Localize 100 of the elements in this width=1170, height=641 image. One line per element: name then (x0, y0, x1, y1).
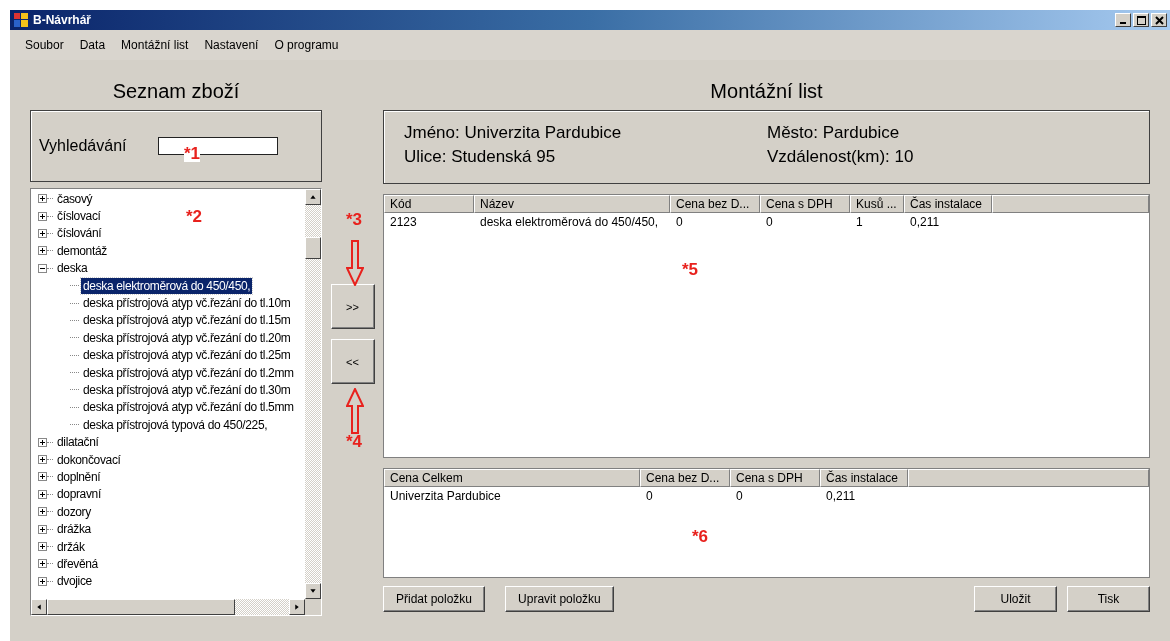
scroll-right-button[interactable] (289, 599, 305, 615)
annotation-mark: *3 (346, 210, 363, 230)
expand-icon[interactable] (38, 472, 47, 482)
annotation-mark: *2 (186, 207, 203, 227)
column-header[interactable]: Cena bez D... (670, 195, 760, 213)
search-label: Vyhledávání (39, 137, 127, 155)
tree-item[interactable]: deska přístrojová atyp vč.řezání do tl.10m (81, 295, 293, 312)
scrollbar-corner (305, 599, 321, 615)
table-cell-text: 0 (645, 489, 654, 503)
minimize-button[interactable] (1115, 13, 1131, 27)
customer-detail: Město: Pardubice (767, 123, 901, 144)
scroll-thumb[interactable] (305, 237, 321, 259)
tree-item[interactable]: deska přístrojová atyp vč.řezání do tl.25m (81, 347, 293, 364)
close-button[interactable] (1151, 13, 1167, 27)
tree-item[interactable]: dopravní (55, 486, 103, 503)
expand-icon[interactable] (38, 489, 47, 499)
expand-icon[interactable] (38, 194, 47, 204)
scroll-left-button[interactable] (31, 599, 47, 615)
menu-item[interactable]: Data (71, 38, 114, 52)
window-title: B-Návrhář (33, 13, 93, 27)
maximize-icon (1136, 15, 1146, 25)
action-button[interactable]: Tisk (1067, 586, 1150, 612)
panel-heading: Montážní list (709, 79, 824, 104)
tree-item[interactable]: doplnění (55, 468, 103, 485)
table-cell-text: 2123 (389, 215, 418, 229)
collapse-icon[interactable] (38, 263, 47, 273)
annotation-mark: *1 (184, 145, 201, 162)
customer-detail: Ulice: Studenská 95 (404, 147, 557, 168)
tree-item[interactable]: deska (55, 260, 90, 277)
tree-item[interactable]: deska přístrojová atyp vč.řezání do tl.30m (81, 382, 293, 398)
up-arrow-icon (346, 388, 364, 434)
menu-item[interactable]: Nastavení (196, 38, 267, 52)
customer-detail: Jméno: Univerzita Pardubice (404, 123, 623, 144)
tree-item[interactable]: deska přístrojová atyp vč.řezání do tl.15m (81, 312, 293, 329)
vertical-scrollbar[interactable] (305, 189, 321, 599)
menu-item[interactable]: O programu (266, 38, 347, 52)
table-cell-text: 0,211 (909, 215, 941, 229)
move-button[interactable]: << (330, 339, 375, 384)
panel-heading: Seznam zboží (111, 79, 241, 104)
menu-item[interactable]: Soubor (17, 38, 72, 52)
tree-item[interactable]: deska přístrojová atyp vč.řezání do tl.2mm (81, 364, 296, 381)
table-cell-text: 0 (765, 215, 774, 229)
table-cell-text: deska elektroměrová do 450/450, (479, 215, 660, 229)
expand-icon[interactable] (38, 524, 47, 534)
tree-item[interactable]: držák (55, 538, 87, 555)
expand-icon[interactable] (38, 437, 47, 447)
tree-item[interactable]: dřevěná (55, 555, 100, 572)
customer-detail: Vzdálenost(km): 10 (767, 147, 915, 168)
column-header[interactable]: Cena bez D... (640, 469, 730, 487)
column-header[interactable]: Kusů ... (850, 195, 904, 213)
horizontal-scrollbar[interactable] (31, 599, 305, 615)
tree-item[interactable]: číslování (55, 225, 104, 242)
tree-item[interactable]: časový (55, 190, 95, 207)
tree-item[interactable]: deska přístrojová typová do 450/225, (81, 416, 270, 433)
tree-item[interactable]: drážka (55, 521, 93, 538)
tree-item[interactable]: deska přístrojová atyp vč.řezání do tl.5mm (81, 399, 296, 416)
minimize-icon (1120, 21, 1126, 24)
app-icon (13, 12, 29, 28)
tree-item[interactable]: dokončovací (55, 451, 123, 468)
column-header[interactable]: Kód (384, 195, 474, 213)
column-header[interactable]: Čas instalace (820, 469, 908, 487)
column-header[interactable]: Cena s DPH (730, 469, 820, 487)
column-header[interactable]: Cena s DPH (760, 195, 850, 213)
annotation-mark: *4 (346, 432, 363, 452)
annotation-mark: *6 (692, 527, 709, 547)
tree-item[interactable]: deska elektroměrová do 450/450, (81, 277, 253, 294)
close-icon (1154, 15, 1164, 25)
expand-icon[interactable] (38, 542, 47, 551)
table-cell-text: 0 (675, 215, 684, 229)
expand-icon[interactable] (38, 228, 47, 238)
table-cell-text: 0,211 (825, 489, 857, 503)
expand-icon[interactable] (38, 246, 47, 256)
menu-item[interactable]: Montážní list (113, 38, 197, 52)
scroll-thumb[interactable] (47, 599, 235, 615)
expand-icon[interactable] (38, 211, 47, 221)
scroll-down-button[interactable] (305, 583, 321, 599)
maximize-button[interactable] (1133, 13, 1149, 27)
action-button[interactable]: Přidat položku (383, 586, 486, 612)
action-button[interactable]: Uložit (974, 586, 1057, 612)
tree-item[interactable]: dozory (55, 503, 93, 520)
scroll-up-button[interactable] (305, 189, 321, 205)
column-header[interactable]: Název (474, 195, 670, 213)
tree-item[interactable]: demontáž (55, 242, 109, 259)
table-cell-text: 1 (855, 215, 864, 229)
column-header[interactable]: Cena Celkem (384, 469, 640, 487)
annotation-mark: *5 (682, 260, 699, 280)
tree-item[interactable]: dilatační (55, 434, 101, 451)
down-arrow-icon (346, 240, 364, 286)
move-button[interactable]: >> (330, 284, 375, 329)
expand-icon[interactable] (38, 559, 47, 569)
expand-icon[interactable] (38, 455, 47, 465)
tree-item[interactable]: číslovací (55, 208, 103, 225)
expand-icon[interactable] (38, 507, 47, 517)
column-header[interactable]: Čas instalace (904, 195, 992, 213)
tree-item[interactable]: dvojice (55, 573, 94, 590)
table-cell-text: Univerzita Pardubice (389, 489, 502, 503)
action-button[interactable]: Upravit položku (505, 586, 614, 612)
expand-icon[interactable] (38, 576, 47, 586)
tree-item[interactable]: deska přístrojová atyp vč.řezání do tl.20m (81, 329, 293, 346)
table-cell-text: 0 (735, 489, 744, 503)
